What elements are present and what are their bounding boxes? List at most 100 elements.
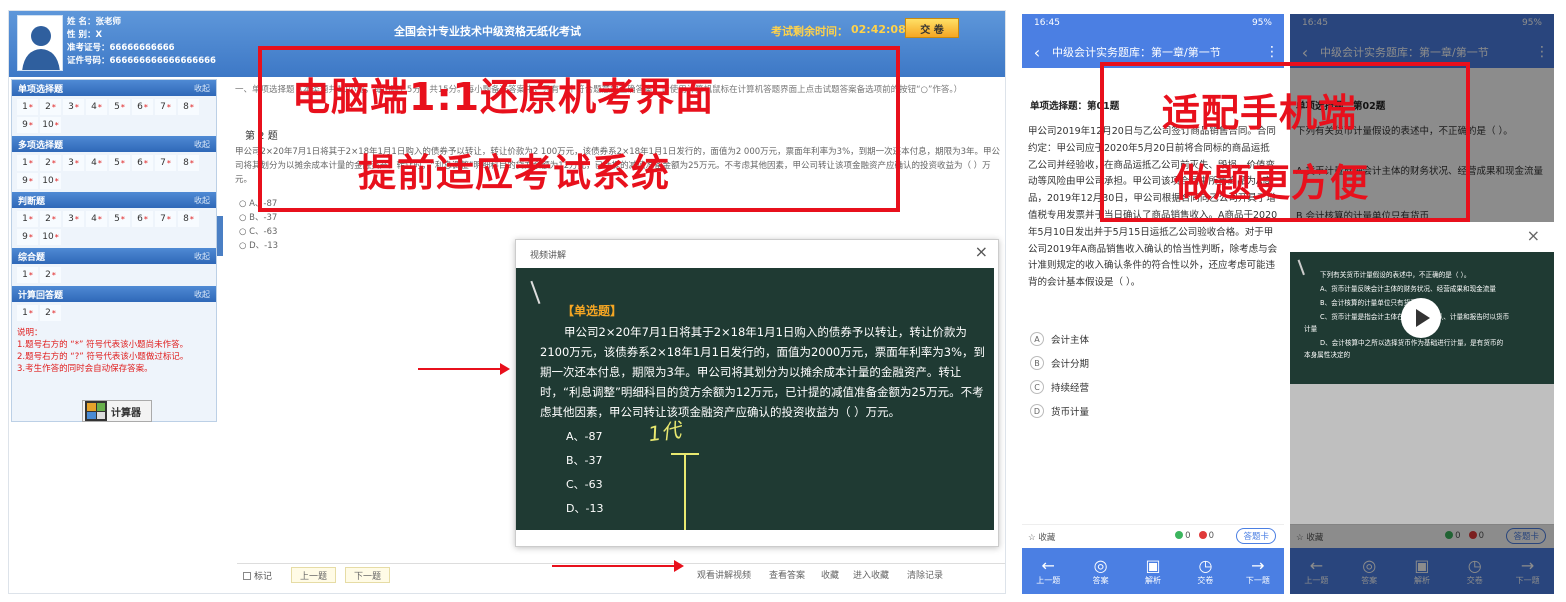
close-icon[interactable]: ×	[1527, 226, 1540, 245]
view-answer-link[interactable]: 查看答案	[769, 568, 805, 581]
nav-icon: ◎	[1093, 555, 1108, 575]
nav-label: 解析	[1145, 575, 1162, 585]
section-list: 单项选择题 收起 1 * 2 * 3 * 4 * 5 * 6 * 7 * 8 * 9 * 10 * 多项选择题 收起 1 * 2 * 3…	[12, 80, 216, 324]
clear-records-link[interactable]: 清除记录	[907, 568, 943, 581]
prev-question-button[interactable]: 上一题	[291, 567, 337, 583]
question-number-button[interactable]: 3 *	[63, 99, 84, 115]
question-number-label: 2	[45, 102, 51, 112]
question-number-button[interactable]: 5 *	[109, 99, 130, 115]
board-line: D、会计核算中之所以选择货币作为基础进行计量，是有货币的	[1320, 339, 1504, 347]
mark-checkbox[interactable]: 标记	[243, 569, 272, 582]
nav-item[interactable]: ◷ 交卷	[1179, 548, 1231, 594]
question-number-button[interactable]: 1 *	[17, 305, 38, 321]
nav-item[interactable]: ← 上一题	[1022, 548, 1074, 594]
watch-video-link[interactable]: 观看讲解视频	[697, 568, 751, 581]
question-number-button[interactable]: 1 *	[17, 155, 38, 171]
unanswered-star: *	[28, 102, 33, 112]
user-silhouette-icon	[22, 26, 60, 70]
question-number-button[interactable]: 7 *	[155, 211, 176, 227]
question-number-button[interactable]: 9 *	[17, 229, 38, 245]
question-number-button[interactable]: 1 *	[17, 211, 38, 227]
question-number-button[interactable]: 1 *	[17, 267, 38, 283]
option-b[interactable]: B 会计分期	[1030, 356, 1089, 370]
question-number-button[interactable]: 2 *	[40, 155, 61, 171]
wrong-count: 0	[1199, 531, 1214, 541]
unanswered-star: *	[97, 102, 102, 112]
red-arrow-to-video	[418, 363, 510, 375]
collapse-toggle[interactable]: 收起	[194, 83, 210, 94]
question-number-button[interactable]: 3 *	[63, 155, 84, 171]
board-line: 下列有关货币计量假设的表述中，不正确的是（ ）。	[1320, 271, 1471, 279]
question-number-button[interactable]: 4 *	[86, 155, 107, 171]
question-number-button[interactable]: 6 *	[132, 211, 153, 227]
option-c[interactable]: C 持续经营	[1030, 380, 1089, 394]
option-a[interactable]: A 会计主体	[1030, 332, 1089, 346]
question-number-button[interactable]: 2 *	[40, 305, 61, 321]
nav-item[interactable]: ▣ 解析	[1127, 548, 1179, 594]
question-number-button[interactable]: 9 *	[17, 117, 38, 133]
question-number-button[interactable]: 4 *	[86, 99, 107, 115]
option-d[interactable]: ○ D、-13	[239, 239, 278, 251]
question-number-button[interactable]: 2 *	[40, 267, 61, 283]
question-number-label: 9	[22, 232, 28, 242]
nav-item[interactable]: → 下一题	[1232, 548, 1284, 594]
question-number-button[interactable]: 2 *	[40, 99, 61, 115]
section-header[interactable]: 综合题 收起	[12, 248, 216, 264]
favorite-label: 收藏	[1038, 533, 1056, 543]
question-number-button[interactable]: 8 *	[178, 99, 199, 115]
collapse-toggle[interactable]: 收起	[194, 139, 210, 150]
more-icon[interactable]: ⋮	[1260, 44, 1284, 60]
question-number-label: 4	[91, 158, 97, 168]
video-player[interactable]: 【单选题】 甲公司2×20年7月1日将其于2×18年1月1日购入的债券予以转让，…	[516, 268, 994, 530]
favorite-button[interactable]: ☆ 收藏	[1028, 531, 1055, 543]
question-number-label: 9	[22, 176, 28, 186]
option-d[interactable]: D 货币计量	[1030, 404, 1089, 418]
close-icon[interactable]: ×	[975, 242, 988, 261]
question-number-button[interactable]: 6 *	[132, 99, 153, 115]
video-sheet-header: ×	[1290, 222, 1554, 252]
question-number-label: 1	[22, 308, 28, 318]
collapse-toggle[interactable]: 收起	[194, 251, 210, 262]
section-header[interactable]: 计算回答题 收起	[12, 286, 216, 302]
question-number-button[interactable]: 7 *	[155, 155, 176, 171]
unanswered-star: *	[51, 214, 56, 224]
question-number-button[interactable]: 8 *	[178, 155, 199, 171]
favorite-link[interactable]: 收藏	[821, 568, 839, 581]
question-number-button[interactable]: 10 *	[40, 117, 61, 133]
nav-icon: ◷	[1198, 555, 1213, 575]
section-header[interactable]: 判断题 收起	[12, 192, 216, 208]
question-number-label: 8	[183, 214, 189, 224]
submit-exam-button[interactable]: 交 卷	[905, 18, 959, 38]
play-icon[interactable]	[1401, 298, 1441, 338]
question-number-button[interactable]: 7 *	[155, 99, 176, 115]
question-number-button[interactable]: 5 *	[109, 155, 130, 171]
unanswered-star: *	[166, 158, 171, 168]
unanswered-star: *	[143, 102, 148, 112]
question-number-button[interactable]: 8 *	[178, 211, 199, 227]
question-number-button[interactable]: 10 *	[40, 173, 61, 189]
question-number-button[interactable]: 1 *	[17, 99, 38, 115]
question-number-button[interactable]: 3 *	[63, 211, 84, 227]
panel-splitter-handle[interactable]	[217, 216, 223, 256]
unanswered-star: *	[54, 176, 59, 186]
answer-card-button[interactable]: 答题卡	[1236, 528, 1276, 544]
option-c[interactable]: ○ C、-63	[239, 225, 277, 237]
section-header[interactable]: 多项选择题 收起	[12, 136, 216, 152]
question-number-label: 10	[42, 232, 54, 242]
calculator-button[interactable]: 计算器	[82, 400, 152, 422]
question-number-button[interactable]: 9 *	[17, 173, 38, 189]
question-number-button[interactable]: 2 *	[40, 211, 61, 227]
collapse-toggle[interactable]: 收起	[194, 289, 210, 300]
section-header[interactable]: 单项选择题 收起	[12, 80, 216, 96]
enter-favorites-link[interactable]: 进入收藏	[853, 568, 889, 581]
question-number-label: 8	[183, 158, 189, 168]
question-number-button[interactable]: 6 *	[132, 155, 153, 171]
question-number-button[interactable]: 5 *	[109, 211, 130, 227]
question-number-button[interactable]: 4 *	[86, 211, 107, 227]
nav-item[interactable]: ◎ 答案	[1074, 548, 1126, 594]
question-number-button[interactable]: 10 *	[40, 229, 61, 245]
collapse-toggle[interactable]: 收起	[194, 195, 210, 206]
next-question-button[interactable]: 下一题	[345, 567, 391, 583]
option-b[interactable]: ○ B、-37	[239, 211, 277, 223]
back-icon[interactable]: ‹	[1022, 43, 1052, 62]
